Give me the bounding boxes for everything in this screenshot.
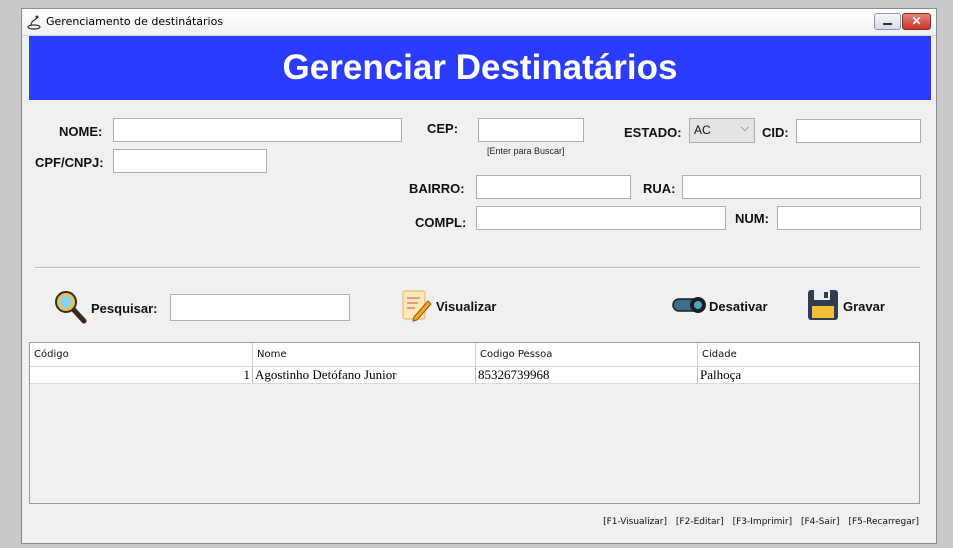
- minimize-button[interactable]: [874, 13, 901, 30]
- title-bar: Gerenciamento de destinátarios ✕: [22, 9, 936, 36]
- nome-input[interactable]: [113, 118, 402, 142]
- minimize-icon: [883, 23, 892, 25]
- toggle-off-icon: [672, 297, 706, 313]
- shortcut-f1: [F1-Visualizar]: [603, 517, 668, 527]
- cep-hint: [Enter para Buscar]: [487, 146, 565, 156]
- close-button[interactable]: ✕: [902, 13, 931, 30]
- cell-codigo: 1: [30, 367, 253, 383]
- num-input[interactable]: [777, 206, 921, 230]
- cpf-cnpj-input[interactable]: [113, 149, 267, 173]
- estado-value: AC: [694, 123, 711, 137]
- compl-label: COMPL:: [415, 215, 467, 230]
- pesquisar-label: Pesquisar:: [91, 301, 158, 316]
- cep-input[interactable]: [478, 118, 584, 142]
- num-label: NUM:: [735, 211, 769, 226]
- save-icon: [808, 290, 838, 320]
- shortcut-f3: [F3-Imprimir]: [732, 517, 793, 527]
- estado-label: ESTADO:: [624, 125, 682, 140]
- estado-select[interactable]: AC ⌵: [689, 118, 755, 143]
- nome-label: NOME:: [59, 124, 103, 139]
- cell-codigo-pessoa: 85326739968: [476, 367, 698, 383]
- shortcut-f2: [F2-Editar]: [675, 517, 724, 527]
- window-title: Gerenciamento de destinátarios: [46, 15, 224, 28]
- gravar-label: Gravar: [843, 299, 885, 314]
- cid-input[interactable]: [796, 119, 921, 143]
- close-icon: ✕: [911, 14, 922, 28]
- col-header-codigo[interactable]: Código: [30, 343, 253, 366]
- app-icon: [27, 15, 41, 30]
- chevron-down-icon: ⌵: [740, 122, 749, 134]
- page-title: Gerenciar Destinatários: [29, 36, 931, 100]
- cell-nome: Agostinho Detófano Junior: [253, 367, 476, 383]
- cep-label: CEP:: [427, 121, 459, 136]
- desativar-label: Desativar: [709, 299, 768, 314]
- shortcut-hints: [F1-Visualizar] [F2-Editar] [F3-Imprimir…: [597, 517, 919, 527]
- cpf-cnpj-label: CPF/CNPJ:: [35, 155, 104, 170]
- bairro-input[interactable]: [476, 175, 631, 199]
- shortcut-f5: [F5-Recarregar]: [848, 517, 919, 527]
- table-header: Código Nome Codigo Pessoa Cidade: [30, 343, 919, 367]
- bairro-label: BAIRRO:: [409, 181, 465, 196]
- col-header-cidade[interactable]: Cidade: [698, 343, 919, 366]
- app-window: Gerenciamento de destinátarios ✕ Gerenci…: [21, 8, 937, 544]
- compl-input[interactable]: [476, 206, 726, 230]
- search-input[interactable]: [170, 294, 350, 321]
- table-row[interactable]: 1 Agostinho Detófano Junior 85326739968 …: [30, 367, 919, 384]
- col-header-nome[interactable]: Nome: [253, 343, 476, 366]
- rua-input[interactable]: [682, 175, 921, 199]
- cid-label: CID:: [762, 125, 789, 140]
- col-header-codigo-pessoa[interactable]: Codigo Pessoa: [476, 343, 698, 366]
- divider: [35, 267, 920, 269]
- rua-label: RUA:: [643, 181, 676, 196]
- search-icon: [55, 291, 87, 324]
- visualizar-label: Visualizar: [436, 299, 497, 314]
- shortcut-f4: [F4-Sair]: [800, 517, 840, 527]
- document-edit-icon: [402, 290, 432, 322]
- destinatarios-table: Código Nome Codigo Pessoa Cidade 1 Agost…: [29, 342, 920, 504]
- cell-cidade: Palhoça: [700, 367, 742, 382]
